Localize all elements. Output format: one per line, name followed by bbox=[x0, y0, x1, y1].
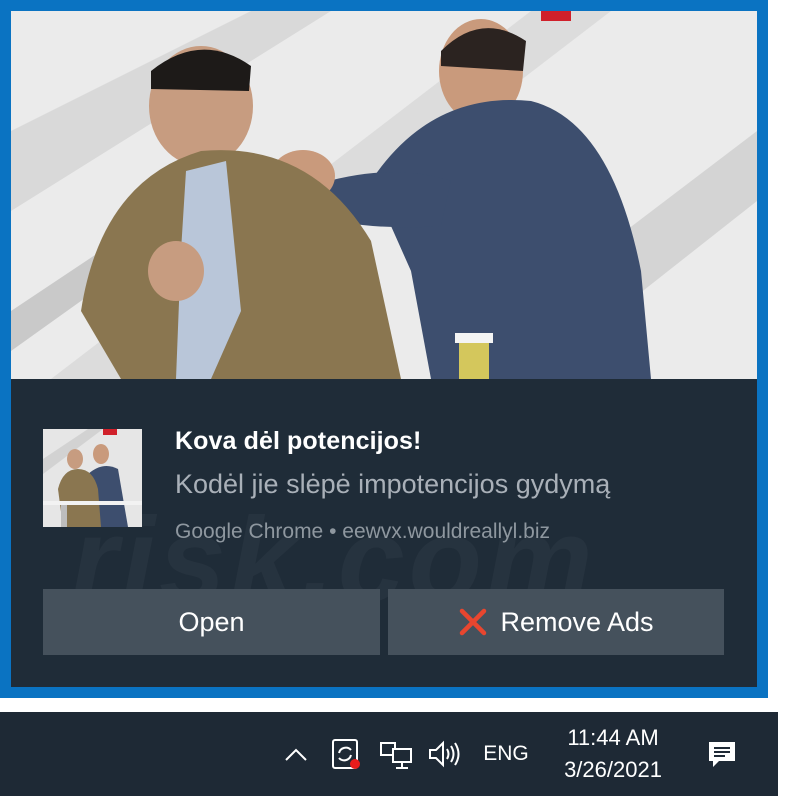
system-clock[interactable]: 11:44 AM 3/26/2021 bbox=[548, 712, 678, 796]
notification-attribution: Google Chrome • eewvx.wouldreallyl.biz bbox=[175, 520, 551, 543]
network-icon[interactable] bbox=[376, 712, 416, 796]
clock-time: 11:44 AM bbox=[567, 725, 659, 750]
notification-thumbnail bbox=[43, 429, 142, 527]
sync-alert-icon[interactable] bbox=[326, 712, 366, 796]
remove-ads-button-label: Remove Ads bbox=[500, 606, 654, 637]
notification-title: Kova dėl potencijos! bbox=[175, 427, 422, 455]
toast-notification[interactable]: risk.com Kova dėl potencijos! Kodėl jie … bbox=[11, 11, 757, 687]
language-indicator[interactable]: ENG bbox=[476, 712, 536, 796]
notification-body: Kodėl jie slėpė impotencijos gydymą bbox=[175, 469, 611, 499]
open-button[interactable]: Open bbox=[43, 589, 380, 655]
desktop-edge bbox=[778, 712, 790, 796]
volume-icon[interactable] bbox=[424, 712, 464, 796]
chevron-up-icon[interactable] bbox=[280, 712, 312, 796]
taskbar: ENG 11:44 AM 3/26/2021 bbox=[0, 712, 778, 796]
clock-date: 3/26/2021 bbox=[564, 757, 662, 782]
open-button-label: Open bbox=[178, 606, 245, 637]
close-x-icon bbox=[458, 607, 488, 637]
action-center-icon[interactable] bbox=[700, 712, 744, 796]
hero-image bbox=[11, 11, 757, 379]
remove-ads-button[interactable]: Remove Ads bbox=[388, 589, 724, 655]
